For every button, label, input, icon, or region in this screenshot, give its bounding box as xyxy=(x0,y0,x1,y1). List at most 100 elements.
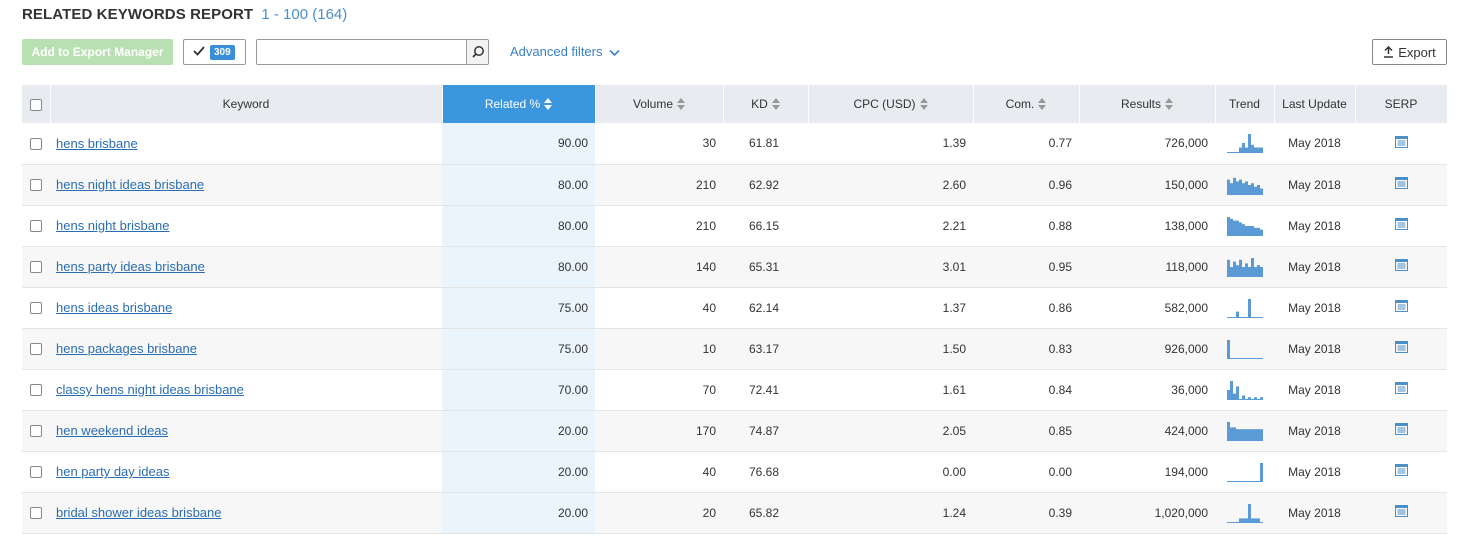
keyword-link[interactable]: bridal shower ideas brisbane xyxy=(56,505,221,520)
select-all-checkbox[interactable] xyxy=(29,98,42,111)
last-update-cell: May 2018 xyxy=(1274,246,1355,288)
selection-count-button[interactable]: 309 xyxy=(183,39,246,65)
search-box xyxy=(256,39,489,65)
related-cell: 80.00 xyxy=(442,164,595,206)
row-checkbox-cell[interactable] xyxy=(22,369,50,411)
serp-icon[interactable] xyxy=(1394,423,1408,435)
search-button[interactable] xyxy=(466,40,488,64)
sort-icon xyxy=(1165,98,1173,110)
serp-icon[interactable] xyxy=(1394,259,1408,271)
row-checkbox[interactable] xyxy=(30,261,42,274)
trend-sparkline xyxy=(1226,503,1263,523)
cpc-cell: 1.39 xyxy=(808,123,973,165)
kd-cell: 62.92 xyxy=(723,164,808,206)
keyword-link[interactable]: hens night ideas brisbane xyxy=(56,177,204,192)
competition-cell: 0.83 xyxy=(973,328,1079,370)
column-header-related[interactable]: Related % xyxy=(442,85,596,123)
row-checkbox-cell[interactable] xyxy=(22,123,50,165)
table-row: bridal shower ideas brisbane 20.00 20 65.82… xyxy=(22,492,1447,534)
serp-cell[interactable] xyxy=(1355,287,1447,329)
table-row: hens party ideas brisbane 80.00 140 65.31 3.… xyxy=(22,246,1447,288)
row-checkbox[interactable] xyxy=(30,179,42,192)
row-checkbox-cell[interactable] xyxy=(22,287,50,329)
column-header-cpc[interactable]: CPC (USD) xyxy=(808,85,974,123)
add-to-export-manager-button[interactable]: Add to Export Manager xyxy=(22,39,173,65)
trend-bar xyxy=(1256,147,1260,153)
export-button[interactable]: Export xyxy=(1372,39,1447,65)
chevron-down-icon xyxy=(609,49,620,56)
row-checkbox-cell[interactable] xyxy=(22,451,50,493)
row-checkbox-cell[interactable] xyxy=(22,205,50,247)
serp-icon[interactable] xyxy=(1394,218,1408,230)
keyword-link[interactable]: hens party ideas brisbane xyxy=(56,259,205,274)
row-checkbox[interactable] xyxy=(30,302,42,315)
keyword-link[interactable]: hens packages brisbane xyxy=(56,341,197,356)
column-header-volume[interactable]: Volume xyxy=(595,85,724,123)
row-checkbox[interactable] xyxy=(30,384,42,397)
trend-bar xyxy=(1235,264,1239,276)
row-checkbox-cell[interactable] xyxy=(22,164,50,206)
row-checkbox[interactable] xyxy=(30,138,42,151)
cpc-cell: 0.00 xyxy=(808,451,973,493)
keyword-link[interactable]: hen weekend ideas xyxy=(56,423,168,438)
serp-icon[interactable] xyxy=(1394,177,1408,189)
serp-cell[interactable] xyxy=(1355,246,1447,288)
serp-cell[interactable] xyxy=(1355,410,1447,452)
keyword-link[interactable]: hen party day ideas xyxy=(56,464,169,479)
row-checkbox[interactable] xyxy=(30,425,42,438)
trend-bar xyxy=(1259,188,1263,194)
row-checkbox[interactable] xyxy=(30,507,42,520)
keywords-table: Keyword Related % Volume KD CPC (USD) Co… xyxy=(22,85,1448,534)
row-checkbox[interactable] xyxy=(30,220,42,233)
advanced-filters-toggle[interactable]: Advanced filters xyxy=(510,44,620,59)
column-header-com[interactable]: Com. xyxy=(973,85,1080,123)
trend-bar xyxy=(1259,229,1263,235)
volume-cell: 40 xyxy=(595,451,723,493)
related-cell: 20.00 xyxy=(442,410,595,452)
serp-icon[interactable] xyxy=(1394,300,1408,312)
related-cell: 20.00 xyxy=(442,451,595,493)
serp-icon[interactable] xyxy=(1394,464,1408,476)
column-header-results[interactable]: Results xyxy=(1079,85,1216,123)
trend-bar xyxy=(1259,147,1263,153)
keyword-link[interactable]: hens night brisbane xyxy=(56,218,169,233)
serp-cell[interactable] xyxy=(1355,164,1447,206)
row-checkbox-cell[interactable] xyxy=(22,328,50,370)
row-checkbox-cell[interactable] xyxy=(22,410,50,452)
keyword-cell: hen party day ideas xyxy=(50,451,442,493)
serp-icon[interactable] xyxy=(1394,135,1408,148)
row-checkbox[interactable] xyxy=(30,343,42,356)
serp-icon[interactable] xyxy=(1394,341,1408,353)
trend-bar xyxy=(1241,517,1245,522)
row-checkbox-cell[interactable] xyxy=(22,246,50,288)
serp-cell[interactable] xyxy=(1355,369,1447,411)
keyword-link[interactable]: hens ideas brisbane xyxy=(56,300,172,315)
keyword-link[interactable]: hens brisbane xyxy=(56,136,138,151)
kd-cell: 65.31 xyxy=(723,246,808,288)
search-input[interactable] xyxy=(257,40,467,64)
serp-icon[interactable] xyxy=(1394,382,1408,394)
column-header-kd[interactable]: KD xyxy=(723,85,809,123)
keyword-cell: classy hens night ideas brisbane xyxy=(50,369,442,411)
trend-bar xyxy=(1247,298,1251,317)
serp-cell[interactable] xyxy=(1355,492,1447,534)
trend-bar xyxy=(1229,426,1233,440)
volume-cell: 210 xyxy=(595,164,723,206)
serp-cell[interactable] xyxy=(1355,205,1447,247)
table-row: hen party day ideas 20.00 40 76.68 0.00 0.00 1… xyxy=(22,451,1447,493)
sort-icon xyxy=(677,98,686,110)
trend-cell xyxy=(1215,205,1274,247)
serp-cell[interactable] xyxy=(1355,451,1447,493)
row-checkbox-cell[interactable] xyxy=(22,492,50,534)
keyword-link[interactable]: classy hens night ideas brisbane xyxy=(56,382,244,397)
serp-cell[interactable] xyxy=(1355,123,1447,165)
last-update-cell: May 2018 xyxy=(1274,205,1355,247)
trend-bar xyxy=(1250,145,1254,153)
trend-bar xyxy=(1241,266,1245,276)
select-all-checkbox-cell[interactable] xyxy=(22,85,51,123)
sort-icon xyxy=(1038,98,1047,110)
row-checkbox[interactable] xyxy=(30,466,42,479)
kd-cell: 66.15 xyxy=(723,205,808,247)
serp-cell[interactable] xyxy=(1355,328,1447,370)
serp-icon[interactable] xyxy=(1394,505,1408,517)
